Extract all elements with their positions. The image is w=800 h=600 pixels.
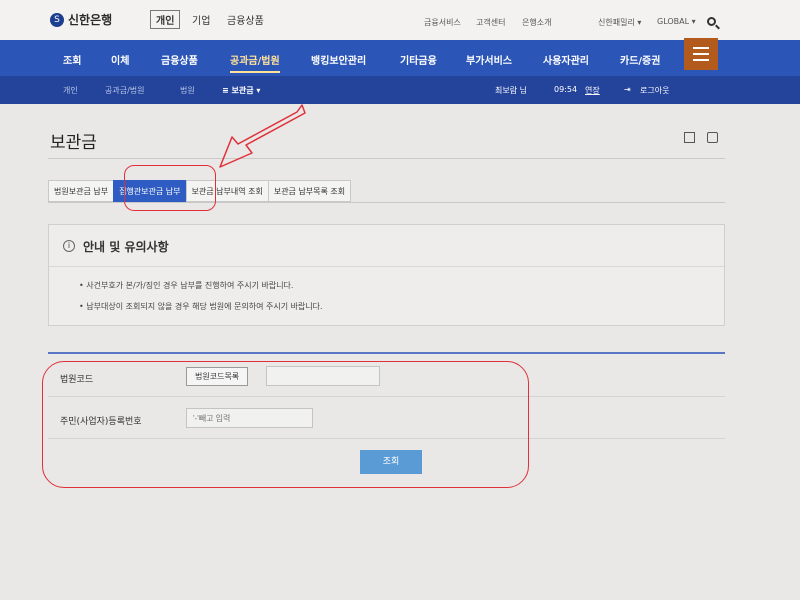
annotation-arrow-icon	[219, 104, 306, 168]
